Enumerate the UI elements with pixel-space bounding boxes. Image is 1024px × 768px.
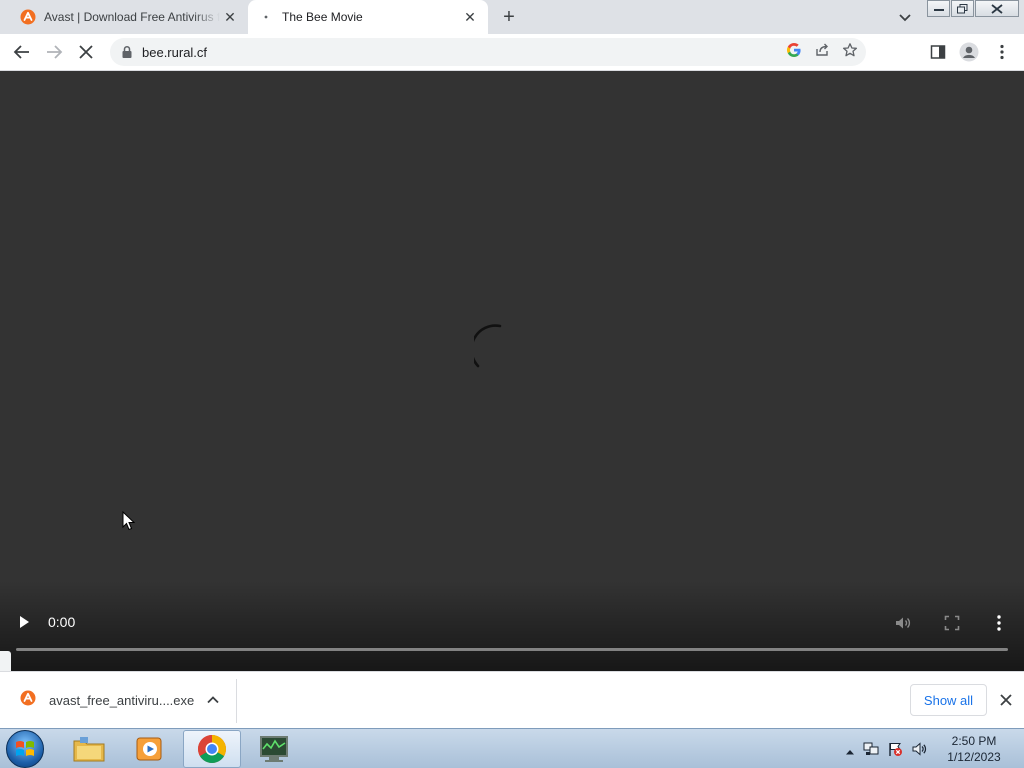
omnibox-actions [786, 42, 858, 63]
clock-date: 1/12/2023 [947, 750, 1001, 764]
menu-kebab-icon[interactable] [992, 42, 1012, 62]
clock-time: 2:50 PM [951, 734, 997, 748]
url-text: bee.rural.cf [142, 44, 208, 60]
volume-icon[interactable] [894, 614, 912, 632]
tab-bee-movie[interactable]: The Bee Movie ✕ [248, 0, 488, 34]
chrome-icon[interactable] [183, 730, 241, 768]
star-icon[interactable] [842, 42, 858, 63]
tab-strip: Avast | Download Free Antivirus f ✕ The … [0, 0, 1024, 34]
chevron-up-icon[interactable] [205, 692, 221, 708]
forward-arrow-icon[interactable] [44, 42, 64, 62]
side-panel-icon[interactable] [928, 42, 948, 62]
share-icon[interactable] [814, 42, 830, 63]
speaker-icon[interactable] [911, 741, 927, 762]
browser-toolbar: bee.rural.cf [0, 34, 1024, 71]
fullscreen-icon[interactable] [944, 615, 960, 631]
stop-loading-icon[interactable] [76, 42, 96, 62]
back-arrow-icon[interactable] [12, 42, 32, 62]
download-file-name: avast_free_antiviru....exe [49, 693, 195, 708]
lock-icon[interactable] [120, 45, 134, 59]
avast-icon [20, 9, 36, 25]
media-player-icon[interactable] [121, 730, 179, 768]
new-tab-button[interactable]: + [498, 6, 520, 28]
system-clock[interactable]: 2:50 PM 1/12/2023 [938, 733, 1010, 765]
loading-dot-icon [258, 9, 274, 25]
screen: Avast | Download Free Antivirus f ✕ The … [0, 0, 1024, 768]
download-shelf: avast_free_antiviru....exe Show all [0, 671, 1024, 728]
taskbar: 2:50 PM 1/12/2023 [0, 728, 1024, 768]
video-controls-overlay [0, 581, 1024, 671]
tab-search-chevron-icon[interactable] [896, 8, 914, 26]
avast-icon [20, 690, 36, 711]
minimize-button[interactable] [927, 0, 950, 17]
window-controls [927, 0, 1019, 17]
google-icon[interactable] [786, 42, 802, 63]
tab-close-icon[interactable]: ✕ [220, 7, 240, 27]
profile-avatar-icon[interactable] [959, 42, 979, 62]
action-center-flag-icon[interactable] [887, 741, 903, 762]
file-explorer-icon[interactable] [60, 730, 118, 768]
tab-close-icon[interactable]: ✕ [460, 7, 480, 27]
loading-spinner-icon [470, 324, 518, 368]
mouse-pointer-icon [122, 510, 136, 531]
show-all-button[interactable]: Show all [910, 684, 987, 716]
tray-expand-icon[interactable] [845, 743, 855, 761]
network-icon[interactable] [863, 741, 879, 762]
video-progress-bar[interactable] [16, 648, 1008, 651]
close-window-button[interactable] [975, 0, 1019, 17]
video-more-options-icon[interactable] [993, 614, 1005, 632]
network-monitor-icon[interactable] [245, 730, 303, 768]
video-player[interactable]: 0:00 [0, 71, 1024, 671]
address-bar[interactable]: bee.rural.cf [110, 38, 866, 66]
tab-title: Avast | Download Free Antivirus f [44, 10, 220, 24]
page-edge-stub [0, 651, 11, 671]
close-icon[interactable] [998, 692, 1014, 708]
tab-title: The Bee Movie [282, 10, 363, 24]
system-tray [845, 741, 927, 762]
video-time: 0:00 [48, 614, 76, 630]
download-item[interactable]: avast_free_antiviru....exe [20, 690, 194, 711]
divider [236, 679, 237, 723]
play-icon[interactable] [16, 614, 32, 630]
tab-avast[interactable]: Avast | Download Free Antivirus f ✕ [8, 0, 248, 34]
start-button[interactable] [6, 730, 44, 768]
windows-logo-icon [16, 741, 34, 756]
restore-button[interactable] [951, 0, 974, 17]
